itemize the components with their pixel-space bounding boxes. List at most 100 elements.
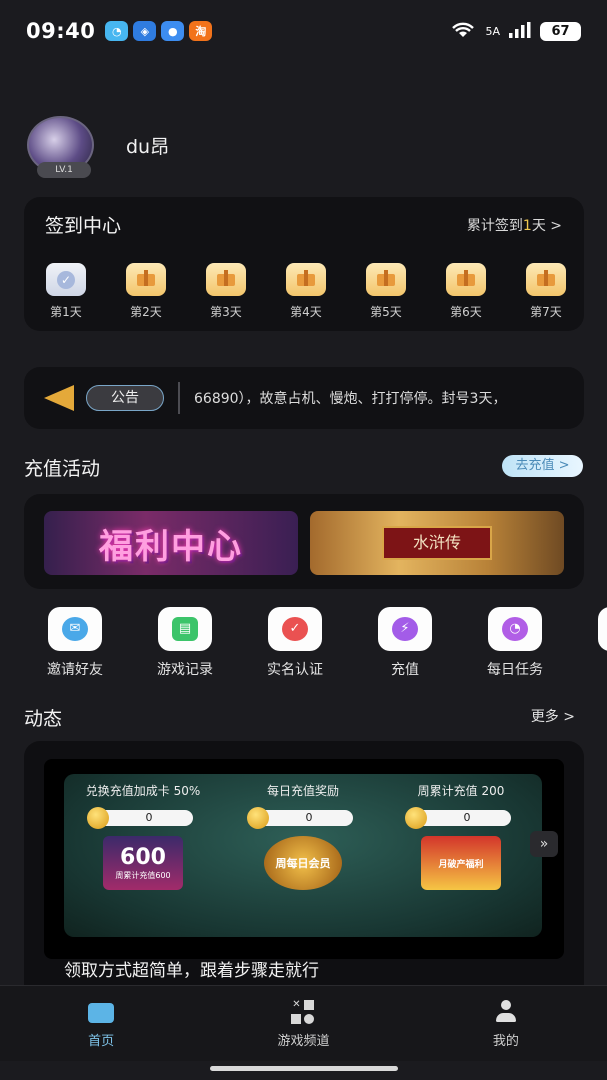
signin-card: 签到中心 累计签到1天 > ✓ 第1天 第2天 第3天 第4天 第5天 第6天 第… <box>24 197 584 331</box>
invite-icon: ✉ <box>48 607 102 651</box>
coin-progress: 0 <box>405 807 511 829</box>
shortcut-label: 游戏记录 <box>157 662 213 678</box>
shield-icon: ◈ <box>133 21 157 41</box>
megaphone-icon <box>44 383 82 413</box>
reward-title: 每日充值奖励 <box>266 784 339 798</box>
coin-progress: 0 <box>247 807 353 829</box>
prize-text: 周每日会员 <box>275 857 331 870</box>
notice-text: 66890），故意占机、慢炮、打打停停。封号3天， <box>194 391 507 407</box>
news-section-title: 动态 <box>24 708 63 730</box>
shortcut-game-records[interactable]: ▤ 游戏记录 <box>130 607 240 679</box>
shortcut-label: 邀请好友 <box>47 662 103 678</box>
signin-day-4[interactable]: 第4天 <box>283 263 329 320</box>
gift-icon <box>526 263 566 296</box>
signin-day-3[interactable]: 第3天 <box>203 263 249 320</box>
day-label: 第2天 <box>130 305 162 319</box>
home-icon <box>88 1000 115 1024</box>
home-indicator[interactable] <box>210 1066 398 1071</box>
reward-column: 每日充值奖励 0 周每日会员 <box>228 782 378 890</box>
status-app-icons: ◔ ◈ ● 淘 <box>105 21 213 41</box>
go-recharge-button[interactable]: 去充值 > <box>502 455 583 477</box>
coin-icon <box>247 807 269 829</box>
signin-day-6[interactable]: 第6天 <box>443 263 489 320</box>
nav-me[interactable]: 我的 <box>405 986 607 1061</box>
cell-signal-icon <box>509 21 531 41</box>
shortcut-label: 实名认证 <box>267 662 323 678</box>
prize-image: 月破产福利 <box>421 836 501 890</box>
verify-icon: ✓ <box>268 607 322 651</box>
signin-total-link[interactable]: 累计签到1天 > <box>467 215 562 235</box>
gift-icon <box>126 263 166 296</box>
double-chevron-right-icon[interactable]: » <box>530 831 558 857</box>
notice-bar[interactable]: 公告 66890），故意占机、慢炮、打打停停。封号3天， <box>24 367 584 429</box>
gift-icon <box>366 263 406 296</box>
signin-day-7[interactable]: 第7天 <box>523 263 569 320</box>
more-link[interactable]: 更多 > <box>531 706 575 726</box>
wifi-icon <box>450 22 476 41</box>
nav-label: 游戏频道 <box>277 1034 330 1049</box>
taobao-icon: 淘 <box>189 21 213 41</box>
nav-home[interactable]: 首页 <box>0 986 202 1061</box>
reward-title: 周累计充值 200 <box>417 784 505 798</box>
shortcut-label: 充值 <box>391 662 419 678</box>
news-caption: 领取方式超简单，跟着步骤走就行 <box>64 961 319 981</box>
banner-text: 水浒传 <box>382 526 492 560</box>
welfare-center-banner[interactable]: 福利中心 <box>44 511 298 575</box>
signal-label: 5A <box>485 24 500 38</box>
message-icon: ● <box>161 21 185 41</box>
day-label: 第6天 <box>450 305 482 319</box>
gift-icon <box>446 263 486 296</box>
status-bar: 09:40 ◔ ◈ ● 淘 5A 67 <box>0 0 607 62</box>
shortcut-real-name-verify[interactable]: ✓ 实名认证 <box>240 607 350 679</box>
shortcut-label: 每日任务 <box>487 662 543 678</box>
gift-icon <box>286 263 326 296</box>
gift-icon <box>206 263 246 296</box>
signin-day-2[interactable]: 第2天 <box>123 263 169 320</box>
coin-progress: 0 <box>87 807 193 829</box>
coin-icon: ● <box>598 607 607 651</box>
banner-text: 福利中心 <box>99 526 243 567</box>
recharge-section-title: 充值活动 <box>24 458 101 480</box>
coin-icon <box>405 807 427 829</box>
news-card[interactable]: 兑换充值加成卡 50% 0 600 周累计充值600 每日充值奖励 0 周每日会员… <box>24 741 584 1001</box>
status-time: 09:40 <box>26 19 96 43</box>
shortcut-coins[interactable]: ● 金币 <box>570 607 607 679</box>
bottom-nav: 首页 ✕ 游戏频道 我的 <box>0 985 607 1061</box>
signin-day-1[interactable]: ✓ 第1天 <box>43 263 89 320</box>
water-margin-banner[interactable]: 水浒传 <box>310 511 564 575</box>
shortcut-row: ✉ 邀请好友 ▤ 游戏记录 ✓ 实名认证 ⚡ 充值 ◔ 每日任务 ● 金币 <box>20 607 607 679</box>
battery-icon: 67 <box>540 21 581 41</box>
day-label: 第5天 <box>370 305 402 319</box>
reward-title: 兑换充值加成卡 50% <box>85 784 201 798</box>
reward-column: 周累计充值 200 0 月破产福利 <box>386 782 536 890</box>
coin-icon <box>87 807 109 829</box>
day-label: 第7天 <box>530 305 562 319</box>
reward-board: 兑换充值加成卡 50% 0 600 周累计充值600 每日充值奖励 0 周每日会员… <box>64 774 542 937</box>
profile-header[interactable]: LV.1 du昂 <box>27 116 170 178</box>
chat-bubble-icon: ◔ <box>105 21 129 41</box>
task-icon: ◔ <box>488 607 542 651</box>
signin-total-days: 1 <box>522 218 532 234</box>
shortcut-invite-friends[interactable]: ✉ 邀请好友 <box>20 607 130 679</box>
nav-game-channel[interactable]: ✕ 游戏频道 <box>202 986 404 1061</box>
prize-subtext: 周累计充值600 <box>115 871 171 880</box>
signin-days: ✓ 第1天 第2天 第3天 第4天 第5天 第6天 第7天 <box>43 263 569 320</box>
day-label: 第4天 <box>290 305 322 319</box>
notice-tag: 公告 <box>86 385 164 411</box>
games-icon: ✕ <box>291 1000 315 1024</box>
nav-label: 首页 <box>88 1034 115 1049</box>
level-badge: LV.1 <box>37 162 91 178</box>
signin-day-5[interactable]: 第5天 <box>363 263 409 320</box>
status-indicators: 5A 67 <box>450 21 581 41</box>
prize-image: 600 周累计充值600 <box>103 836 183 890</box>
news-image: 兑换充值加成卡 50% 0 600 周累计充值600 每日充值奖励 0 周每日会员… <box>44 759 564 959</box>
checked-icon: ✓ <box>46 263 86 296</box>
day-label: 第3天 <box>210 305 242 319</box>
username: du昂 <box>126 135 170 158</box>
shortcut-recharge[interactable]: ⚡ 充值 <box>350 607 460 679</box>
shortcut-daily-tasks[interactable]: ◔ 每日任务 <box>460 607 570 679</box>
reward-column: 兑换充值加成卡 50% 0 600 周累计充值600 <box>68 782 218 890</box>
divider <box>178 382 180 414</box>
avatar[interactable]: LV.1 <box>27 116 94 178</box>
signin-title: 签到中心 <box>45 215 122 237</box>
